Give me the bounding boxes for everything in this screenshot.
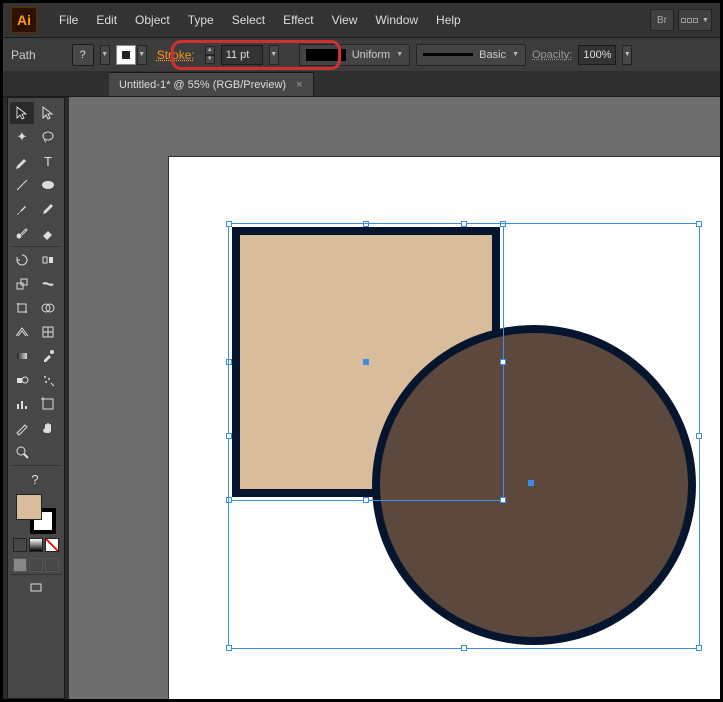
stroke-label[interactable]: Stroke:	[157, 48, 195, 62]
fill-swatch[interactable]	[16, 494, 42, 520]
menu-bar: Ai File Edit Object Type Select Effect V…	[3, 3, 720, 37]
blob-brush-tool[interactable]	[10, 222, 34, 244]
stroke-weight-dropdown[interactable]: ▼	[269, 45, 279, 65]
reflect-tool[interactable]	[36, 249, 60, 271]
stroke-swatch[interactable]: ▼	[116, 45, 147, 65]
close-icon[interactable]: ×	[296, 79, 302, 91]
circle-shape[interactable]	[372, 325, 696, 645]
slice-tool[interactable]	[10, 417, 34, 439]
menu-select[interactable]: Select	[224, 9, 273, 31]
document-tab-label: Untitled-1* @ 55% (RGB/Preview)	[119, 79, 286, 91]
empty-tool-slot	[36, 441, 60, 463]
eyedropper-tool[interactable]	[36, 345, 60, 367]
menu-edit[interactable]: Edit	[88, 9, 125, 31]
column-graph-tool[interactable]	[10, 393, 34, 415]
color-swatch-1[interactable]	[13, 538, 27, 552]
document-tab[interactable]: Untitled-1* @ 55% (RGB/Preview) ×	[109, 72, 314, 96]
brush-preview	[423, 53, 473, 56]
color-swatch-2[interactable]	[29, 538, 43, 552]
perspective-grid-tool[interactable]	[10, 321, 34, 343]
menu-type[interactable]: Type	[180, 9, 222, 31]
type-tool[interactable]: T	[36, 150, 60, 172]
lasso-tool[interactable]	[36, 126, 60, 148]
width-tool[interactable]	[36, 273, 60, 295]
canvas[interactable]	[69, 97, 720, 699]
opacity-dropdown[interactable]: ▼	[622, 45, 632, 65]
document-tab-bar: Untitled-1* @ 55% (RGB/Preview) ×	[3, 71, 720, 97]
stroke-swatch-dropdown[interactable]: ▼	[137, 45, 147, 65]
artboard-tool[interactable]	[36, 393, 60, 415]
bridge-button[interactable]: Br	[650, 9, 674, 31]
brush-label: Basic	[479, 49, 506, 61]
menu-file[interactable]: File	[51, 9, 86, 31]
selection-type-label: Path	[11, 48, 36, 62]
tools-hint[interactable]: ?	[10, 468, 60, 490]
selection-tool[interactable]	[10, 102, 34, 124]
menu-object[interactable]: Object	[127, 9, 178, 31]
paintbrush-tool[interactable]	[10, 198, 34, 220]
rotate-tool[interactable]	[10, 249, 34, 271]
menu-view[interactable]: View	[324, 9, 366, 31]
fill-stroke-indicator[interactable]	[16, 494, 56, 534]
brush-definition[interactable]: Basic ▼	[416, 44, 526, 66]
stroke-weight-input[interactable]	[221, 45, 263, 65]
free-transform-tool[interactable]	[10, 297, 34, 319]
main-area: ✦ T	[3, 97, 720, 699]
screen-mode[interactable]	[24, 577, 48, 599]
blend-tool[interactable]	[10, 369, 34, 391]
opacity-input[interactable]	[578, 45, 616, 65]
draw-inside-mode[interactable]	[45, 558, 59, 572]
opacity-label[interactable]: Opacity:	[532, 49, 572, 61]
line-tool[interactable]	[10, 174, 34, 196]
stroke-preview	[306, 49, 346, 61]
circle-center-handle	[528, 480, 534, 486]
workspace-switcher[interactable]: ▼	[678, 9, 712, 31]
artboard[interactable]	[169, 157, 720, 699]
app-logo: Ai	[11, 7, 37, 33]
fill-dropdown[interactable]: ▼	[100, 45, 110, 65]
draw-behind-mode[interactable]	[29, 558, 43, 572]
normal-draw-mode[interactable]	[13, 558, 27, 572]
gradient-tool[interactable]	[10, 345, 34, 367]
symbol-sprayer-tool[interactable]	[36, 369, 60, 391]
pen-tool[interactable]	[10, 150, 34, 172]
menu-window[interactable]: Window	[367, 9, 426, 31]
stroke-weight-spinner[interactable]: ▲▼	[205, 46, 215, 64]
zoom-tool[interactable]	[10, 441, 34, 463]
eraser-tool[interactable]	[36, 222, 60, 244]
ellipse-tool[interactable]	[36, 174, 60, 196]
main-menu: File Edit Object Type Select Effect View…	[51, 9, 469, 31]
shape-builder-tool[interactable]	[36, 297, 60, 319]
pencil-tool[interactable]	[36, 198, 60, 220]
direct-selection-tool[interactable]	[36, 102, 60, 124]
stroke-profile-label: Uniform	[352, 49, 391, 61]
mesh-tool[interactable]	[36, 321, 60, 343]
magic-wand-tool[interactable]: ✦	[10, 126, 34, 148]
help-button[interactable]: ?	[72, 44, 94, 66]
stroke-profile[interactable]: Uniform ▼	[299, 44, 410, 66]
menu-help[interactable]: Help	[428, 9, 469, 31]
tools-panel: ✦ T	[7, 97, 65, 699]
hand-tool[interactable]	[36, 417, 60, 439]
control-bar: Path ? ▼ ▼ Stroke: ▲▼ ▼ Uniform ▼ Basic …	[3, 37, 720, 71]
none-swatch[interactable]	[45, 538, 59, 552]
scale-tool[interactable]	[10, 273, 34, 295]
menu-effect[interactable]: Effect	[275, 9, 321, 31]
